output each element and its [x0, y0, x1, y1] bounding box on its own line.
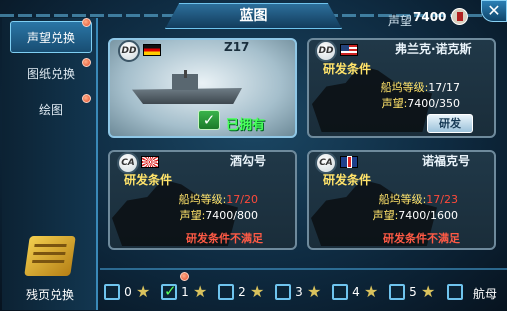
dock-level-value: 17/23	[426, 193, 458, 206]
notification-dot-icon	[180, 272, 189, 281]
requirement-title: 研发条件	[323, 62, 372, 76]
tab-label: 图纸兑换	[26, 67, 75, 81]
ship-name: 酒勾号	[230, 154, 267, 168]
level-checkbox[interactable]	[332, 284, 348, 300]
prestige-line: 声望:7400/800	[128, 207, 258, 223]
ship-name: Z17	[224, 40, 250, 54]
level-number: 5	[409, 285, 417, 299]
prestige-req-value: 7400/1600	[398, 209, 458, 222]
filter-bar-divider	[100, 268, 507, 270]
ship-name: 诺福克号	[422, 154, 471, 168]
level-number: 4	[352, 285, 360, 299]
level-checkbox[interactable]	[218, 284, 234, 300]
develop-button[interactable]: 研发	[427, 114, 473, 133]
tab-drawing[interactable]: 绘图	[10, 94, 92, 126]
star-icon: ★	[307, 282, 322, 301]
star-icon: ★	[421, 282, 436, 301]
level-filter-5[interactable]: 5 ★	[389, 284, 435, 300]
level-number: 1	[181, 285, 189, 299]
prestige-req-label: 声望:	[179, 209, 206, 222]
tab-blueprint-exchange[interactable]: 图纸兑换	[10, 58, 92, 90]
ship-mast	[184, 70, 187, 78]
owned-check-icon: ✓	[198, 110, 220, 130]
dock-level-label: 船坞等级:	[378, 193, 427, 206]
page-title: 蓝图	[165, 3, 342, 29]
level-number: 3	[295, 285, 303, 299]
requirement-unmet-status: 研发条件不满足	[186, 232, 263, 245]
tab-label: 绘图	[38, 103, 63, 117]
level-checkbox[interactable]	[104, 284, 120, 300]
dock-level-value: 17/17	[428, 81, 460, 94]
level-number: 0	[124, 285, 132, 299]
fragment-exchange-label[interactable]: 残页兑换	[10, 286, 90, 303]
tab-prestige-exchange[interactable]: 声望兑换	[10, 21, 92, 53]
uk-flag-icon	[340, 156, 358, 168]
dock-level-line: 船坞等级:17/17	[330, 79, 460, 95]
close-button[interactable]: ✕	[481, 0, 507, 22]
carrier-checkbox[interactable]	[447, 284, 463, 300]
star-icon: ★	[136, 282, 151, 301]
dock-level-line: 船坞等级:17/23	[328, 191, 458, 207]
usa-flag-icon	[340, 44, 358, 56]
ship-hull	[132, 88, 242, 104]
rank-badge-icon	[451, 8, 468, 25]
star-icon: ★	[364, 282, 379, 301]
level-filter-3[interactable]: 3 ★	[275, 284, 321, 300]
requirement-title: 研发条件	[323, 173, 372, 187]
level-filter-0[interactable]: 0 ★	[104, 284, 150, 300]
prestige-line: 声望:7400/1600	[328, 207, 458, 223]
star-icon: ★	[193, 282, 208, 301]
level-filter-2[interactable]: 2 ★	[218, 284, 264, 300]
owned-label: 已拥有	[226, 118, 266, 133]
prestige-label: 声望	[388, 14, 413, 28]
prestige-value: 7400	[413, 10, 447, 24]
dock-level-line: 船坞等级:17/20	[128, 191, 258, 207]
level-number: 2	[238, 285, 246, 299]
level-checkbox[interactable]	[275, 284, 291, 300]
notification-dot-icon	[82, 58, 91, 67]
germany-flag-icon	[143, 44, 161, 56]
carrier-label: 航母	[473, 287, 498, 301]
prestige-req-label: 声望:	[381, 97, 408, 110]
level-filter-1[interactable]: 1 ★	[161, 282, 208, 301]
prestige-req-value: 7400/350	[407, 97, 460, 110]
japan-flag-icon	[141, 156, 159, 168]
tab-label: 声望兑换	[26, 31, 75, 45]
carrier-filter[interactable]	[447, 284, 463, 300]
dock-level-label: 船坞等级:	[380, 81, 429, 94]
notification-dot-icon	[82, 94, 91, 103]
level-filter-4[interactable]: 4 ★	[332, 284, 378, 300]
ship-class-tag: DD	[118, 40, 140, 62]
level-checkbox[interactable]	[161, 282, 177, 300]
ship-model-image	[132, 70, 242, 110]
prestige-line: 声望:7400/350	[330, 95, 460, 111]
dock-level-label: 船坞等级:	[178, 193, 227, 206]
notification-dot-icon	[82, 18, 91, 27]
prestige-req-label: 声望:	[372, 209, 399, 222]
dock-level-value: 17/20	[226, 193, 258, 206]
ship-class-tag: DD	[315, 40, 337, 62]
star-icon: ★	[250, 282, 265, 301]
requirement-unmet-status: 研发条件不满足	[383, 232, 460, 245]
requirement-title: 研发条件	[124, 173, 173, 187]
blueprint-screen: 蓝图 声望 7400 ✕ 声望兑换 图纸兑换 绘图 残页兑换 DD Z17 ✓ …	[0, 0, 507, 311]
prestige-req-value: 7400/800	[205, 209, 258, 222]
ship-name: 弗兰克·诺克斯	[395, 42, 472, 56]
level-checkbox[interactable]	[389, 284, 405, 300]
scroll-fragment-icon[interactable]	[24, 236, 76, 276]
